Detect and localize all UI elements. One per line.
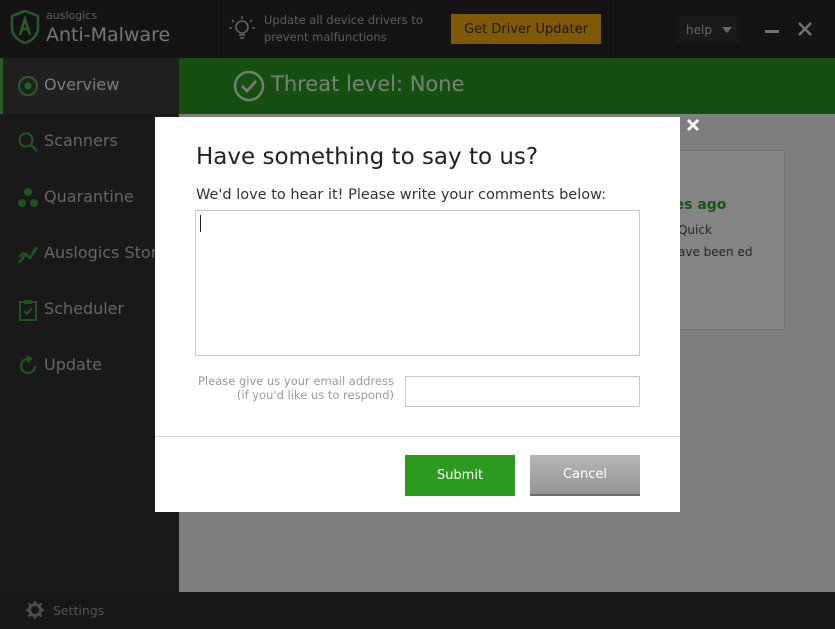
comments-textarea[interactable]	[195, 210, 640, 356]
close-dialog-icon[interactable]	[685, 117, 701, 133]
submit-button[interactable]: Submit	[405, 455, 515, 496]
text-caret	[200, 215, 201, 232]
dialog-subtitle: We'd love to hear it! Please write your …	[196, 187, 607, 203]
feedback-dialog: Have something to say to us? We'd love t…	[155, 117, 680, 512]
email-label: Please give us your email address (if yo…	[175, 374, 394, 402]
email-label-line2: (if you'd like us to respond)	[236, 388, 394, 402]
email-field[interactable]	[405, 376, 640, 407]
email-label-line1: Please give us your email address	[197, 374, 394, 388]
cancel-button[interactable]: Cancel	[530, 455, 640, 496]
dialog-title: Have something to say to us?	[196, 144, 539, 170]
dialog-separator	[155, 436, 680, 437]
